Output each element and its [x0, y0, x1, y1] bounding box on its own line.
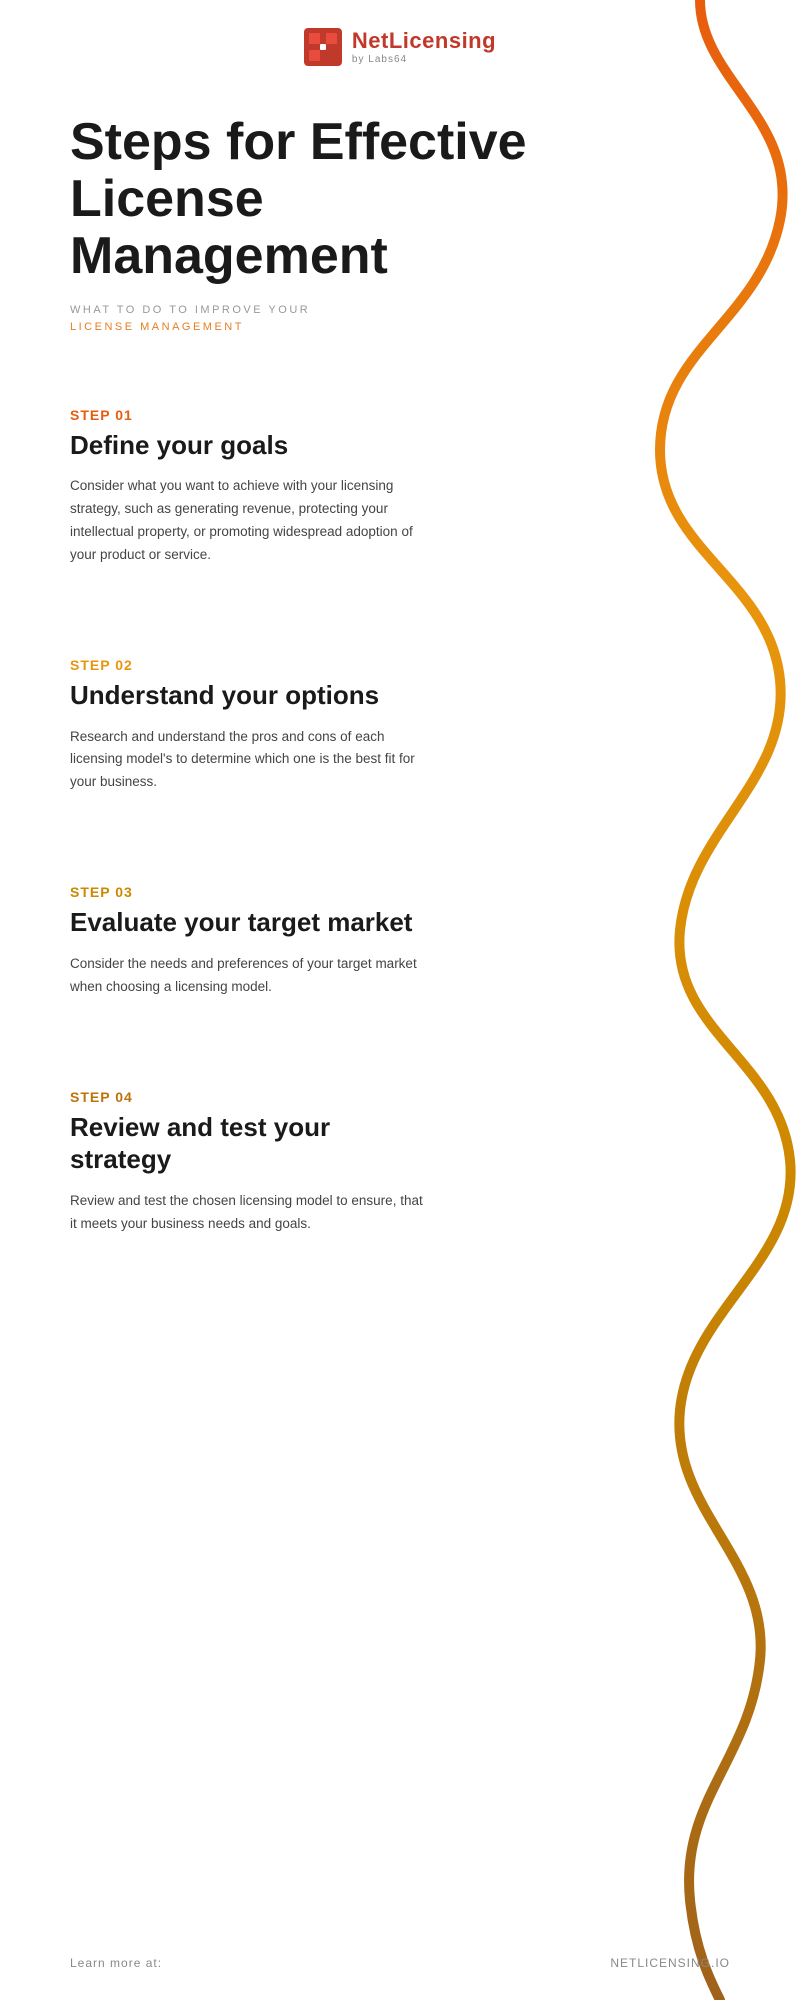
step-02-label: STEP 02 [70, 657, 430, 673]
step-03-desc: Consider the needs and preferences of yo… [70, 953, 430, 999]
step-02-title: Understand your options [70, 679, 430, 712]
footer: Learn more at: NETLICENSING.IO [0, 1956, 800, 1970]
logo-subtitle: by Labs64 [352, 54, 496, 65]
logo: NetLicensing by Labs64 [304, 28, 496, 66]
step-01: STEP 01 Define your goals Consider what … [70, 407, 430, 567]
header: NetLicensing by Labs64 [0, 0, 800, 84]
footer-right: NETLICENSING.IO [610, 1956, 730, 1970]
step-03-label: STEP 03 [70, 884, 430, 900]
steps-container: STEP 01 Define your goals Consider what … [0, 407, 800, 1236]
step-04-desc: Review and test the chosen licensing mod… [70, 1190, 430, 1236]
step-04-label: STEP 04 [70, 1089, 430, 1105]
step-01-label: STEP 01 [70, 407, 430, 423]
logo-name: NetLicensing [352, 29, 496, 53]
title-section: Steps for Effective License Management W… [0, 84, 800, 347]
subtitle: WHAT TO DO TO IMPROVE YOUR LICENSE MANAG… [70, 302, 730, 337]
step-03: STEP 03 Evaluate your target market Cons… [70, 884, 430, 998]
step-01-title: Define your goals [70, 429, 430, 462]
step-02-desc: Research and understand the pros and con… [70, 726, 430, 795]
step-04-title: Review and test your strategy [70, 1111, 430, 1176]
logo-text: NetLicensing by Labs64 [352, 29, 496, 64]
main-title: Steps for Effective License Management [70, 114, 570, 286]
step-02: STEP 02 Understand your options Research… [70, 657, 430, 794]
step-04: STEP 04 Review and test your strategy Re… [70, 1089, 430, 1236]
logo-icon [304, 28, 342, 66]
step-01-desc: Consider what you want to achieve with y… [70, 475, 430, 567]
footer-left: Learn more at: [70, 1956, 162, 1970]
step-03-title: Evaluate your target market [70, 906, 430, 939]
